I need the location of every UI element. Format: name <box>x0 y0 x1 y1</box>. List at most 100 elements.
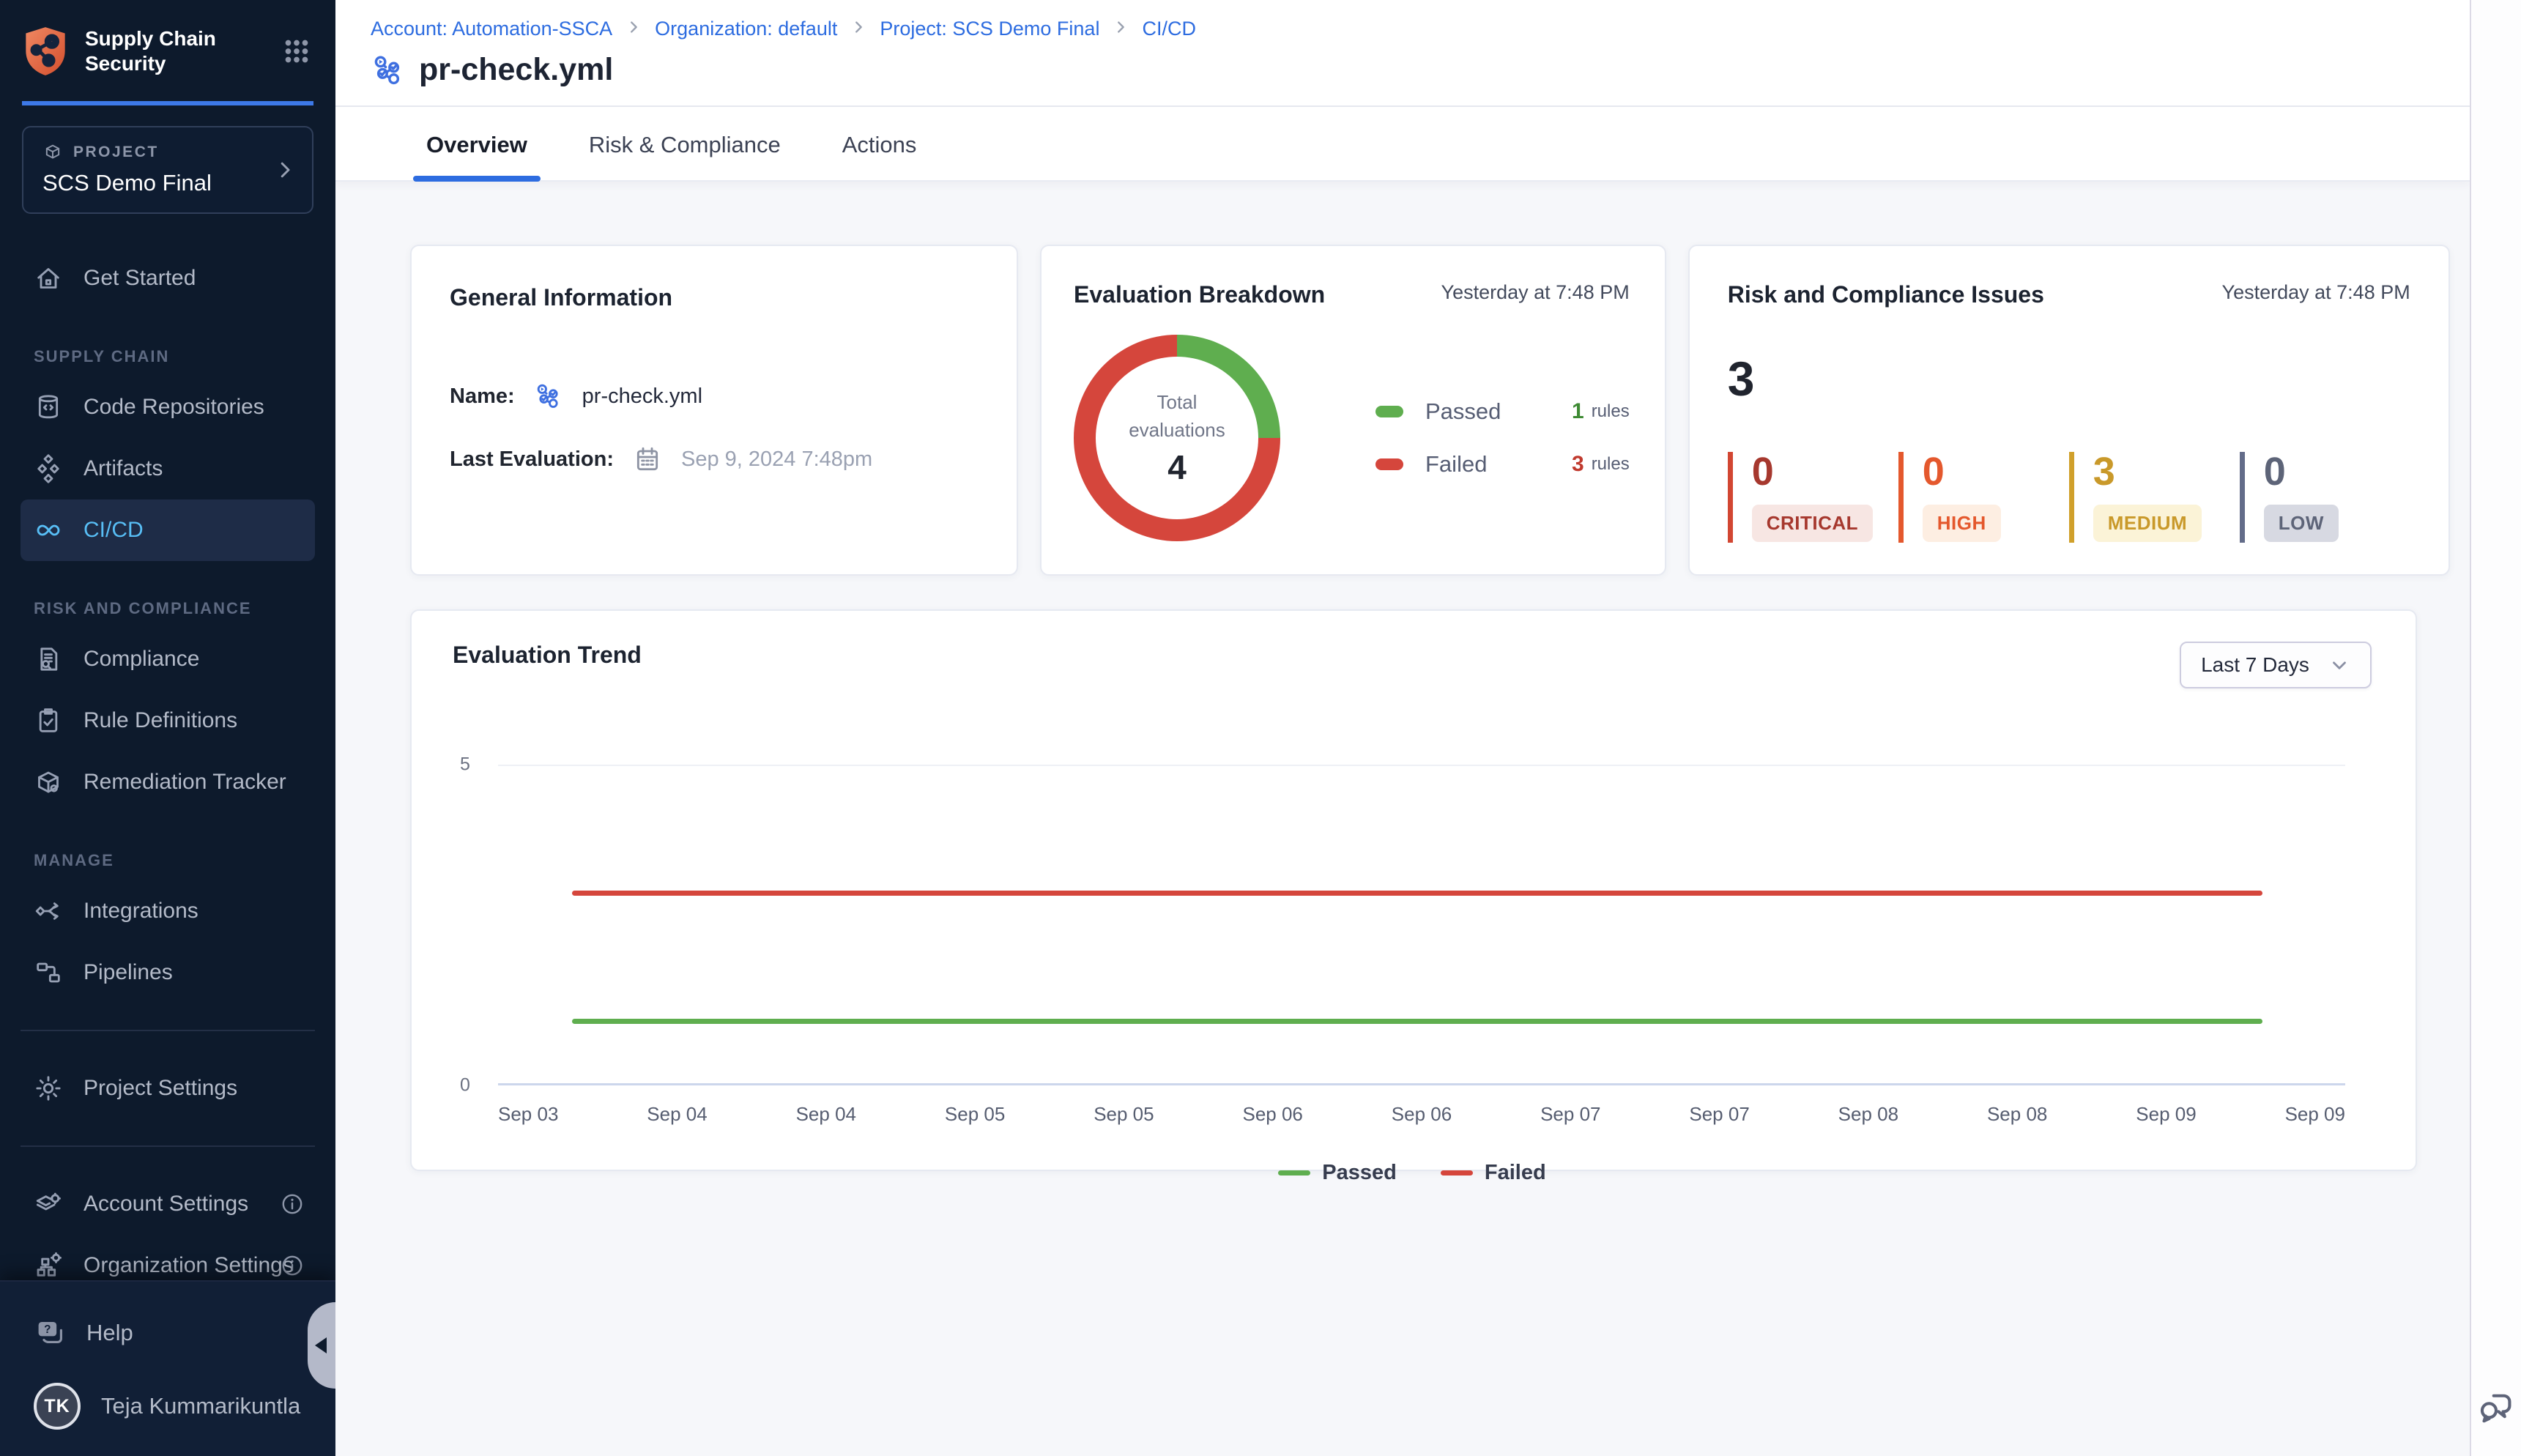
sidebar-item-label: Account Settings <box>83 1192 248 1217</box>
sidebar-item-label: Remediation Tracker <box>83 770 286 795</box>
sidebar-item-label: Project Settings <box>83 1076 237 1101</box>
sidebar-nav: Get StartedSUPPLY CHAIN Code Repositorie… <box>0 248 335 1296</box>
evaluation-trend-card: Evaluation Trend Last 7 Days 50 Sep 03 Se… <box>410 609 2417 1171</box>
nav-section-label-manage: MANAGE <box>34 851 335 870</box>
sidebar-item-ci-cd[interactable]: CI/CD <box>21 499 315 561</box>
tab-bar: Overview Risk & Compliance Actions <box>335 107 2470 182</box>
name-label: Name: <box>450 385 515 409</box>
severity-medium: 3 MEDIUM <box>2069 452 2240 543</box>
remediation-box-icon <box>34 768 63 797</box>
sidebar-item-label: Integrations <box>83 899 198 924</box>
x-tick-2: Sep 04 <box>796 1103 856 1126</box>
nav-section-label-risk-and-compliance: RISK AND COMPLIANCE <box>34 599 335 618</box>
sidebar-item-help[interactable]: ? Help <box>0 1302 335 1364</box>
integrations-split-icon <box>34 896 63 926</box>
project-selector[interactable]: PROJECT SCS Demo Final <box>22 126 313 214</box>
tab-actions[interactable]: Actions <box>839 107 920 180</box>
risk-card-title: Risk and Compliance Issues <box>1728 281 2044 308</box>
risk-compliance-card: Risk and Compliance Issues Yesterday at … <box>1688 245 2450 576</box>
app-switcher-grid-icon[interactable] <box>280 34 313 68</box>
legend-dash <box>1278 1170 1310 1175</box>
right-rail <box>2470 0 2521 1456</box>
help-chat-icon: ? <box>34 1317 66 1349</box>
gear-icon <box>34 1074 63 1103</box>
x-tick-9: Sep 08 <box>1838 1103 1898 1126</box>
layers-gear-icon <box>34 1189 63 1219</box>
shield-network-icon <box>22 25 69 78</box>
tab-overview[interactable]: Overview <box>423 107 530 180</box>
date-range-select[interactable]: Last 7 Days <box>2180 642 2372 688</box>
last-evaluation-label: Last Evaluation: <box>450 447 614 472</box>
sidebar: Supply Chain Security PROJECT SCS Demo F… <box>0 0 335 1456</box>
series-line-failed <box>572 891 2262 896</box>
sidebar-item-project-settings[interactable]: Project Settings <box>0 1058 335 1119</box>
clipboard-check-icon <box>34 706 63 735</box>
x-tick-1: Sep 04 <box>647 1103 707 1126</box>
legend-swatch <box>1375 458 1403 470</box>
org-gear-icon <box>34 1251 63 1280</box>
general-information-card: General Information Name: pr-check.yml L… <box>410 245 1018 576</box>
date-range-value: Last 7 Days <box>2201 653 2309 677</box>
avatar: TK <box>34 1383 81 1430</box>
sidebar-footer: ? Help TK Teja Kummarikuntla <box>0 1280 335 1456</box>
donut-total: 4 <box>1167 447 1187 487</box>
breadcrumb-link-2[interactable]: Organization: default <box>655 18 837 40</box>
series-line-passed <box>572 1019 2262 1024</box>
severity-count: 0 <box>1923 452 2069 491</box>
trend-line-chart: 50 <box>498 765 2345 1085</box>
severity-count: 3 <box>2093 452 2240 491</box>
pipeline-icon <box>371 53 406 88</box>
sidebar-item-code-repositories[interactable]: Code Repositories <box>0 376 335 438</box>
logo-accent-rule <box>22 101 313 105</box>
legend-label: Passed <box>1322 1161 1397 1185</box>
trend-card-title: Evaluation Trend <box>453 642 642 669</box>
tab-risk-compliance[interactable]: Risk & Compliance <box>586 107 784 180</box>
x-tick-8: Sep 07 <box>1689 1103 1749 1126</box>
x-tick-6: Sep 06 <box>1392 1103 1452 1126</box>
evaluation-breakdown-card: Evaluation Breakdown Yesterday at 7:48 P… <box>1040 245 1666 576</box>
sidebar-item-integrations[interactable]: Integrations <box>0 880 335 942</box>
last-evaluation-value: Sep 9, 2024 7:48pm <box>681 447 872 472</box>
sidebar-item-artifacts[interactable]: Artifacts <box>0 438 335 499</box>
cube-icon <box>42 142 63 163</box>
sidebar-item-get-started[interactable]: Get Started <box>0 248 335 309</box>
calendar-icon <box>633 445 662 474</box>
x-tick-7: Sep 07 <box>1540 1103 1600 1126</box>
user-profile[interactable]: TK Teja Kummarikuntla <box>0 1375 335 1437</box>
breadcrumb-link-3[interactable]: Project: SCS Demo Final <box>880 18 1099 40</box>
legend-dash <box>1441 1170 1473 1175</box>
sidebar-item-compliance[interactable]: Compliance <box>0 628 335 690</box>
severity-badge: MEDIUM <box>2093 505 2202 542</box>
breadcrumb-link-1[interactable]: Account: Automation-SSCA <box>371 18 612 40</box>
trend-legend: Passed Failed <box>453 1161 2372 1185</box>
sidebar-item-pipelines[interactable]: Pipelines <box>0 942 335 1003</box>
severity-badge: CRITICAL <box>1752 505 1873 542</box>
severity-critical: 0 CRITICAL <box>1728 452 1898 543</box>
breadcrumb-separator-icon <box>625 18 642 40</box>
app-window: Supply Chain Security PROJECT SCS Demo F… <box>0 0 2521 1456</box>
breakdown-legend: Passed 1 rules Failed 3 rules <box>1375 398 1630 478</box>
legend-count: 1 <box>1572 399 1584 424</box>
nav-divider <box>21 1145 315 1147</box>
sidebar-item-label: Organization Settings <box>83 1253 294 1278</box>
breadcrumb-separator-icon <box>1113 18 1129 40</box>
info-icon[interactable] <box>280 1192 305 1217</box>
chat-bubbles-icon[interactable] <box>2477 1389 2515 1427</box>
sidebar-item-label: CI/CD <box>83 518 144 543</box>
sidebar-item-remediation-tracker[interactable]: Remediation Tracker <box>0 751 335 813</box>
breadcrumb-link-4[interactable]: CI/CD <box>1142 18 1196 40</box>
sidebar-item-rule-definitions[interactable]: Rule Definitions <box>0 690 335 751</box>
x-tick-5: Sep 06 <box>1242 1103 1302 1126</box>
sidebar-collapse-toggle[interactable] <box>308 1302 335 1389</box>
x-tick-0: Sep 03 <box>498 1103 558 1126</box>
legend-label: Failed <box>1485 1161 1546 1185</box>
code-repository-icon <box>34 393 63 422</box>
sidebar-item-account-settings[interactable]: Account Settings <box>0 1173 335 1235</box>
x-tick-10: Sep 08 <box>1987 1103 2047 1126</box>
general-card-title: General Information <box>450 284 979 311</box>
main-area: Account: Automation-SSCA Organization: de… <box>335 0 2470 1456</box>
breadcrumb-separator-icon <box>850 18 866 40</box>
breakdown-timestamp: Yesterday at 7:48 PM <box>1441 281 1630 304</box>
info-icon[interactable] <box>280 1253 305 1278</box>
donut-center-label: Totalevaluations <box>1129 389 1225 444</box>
